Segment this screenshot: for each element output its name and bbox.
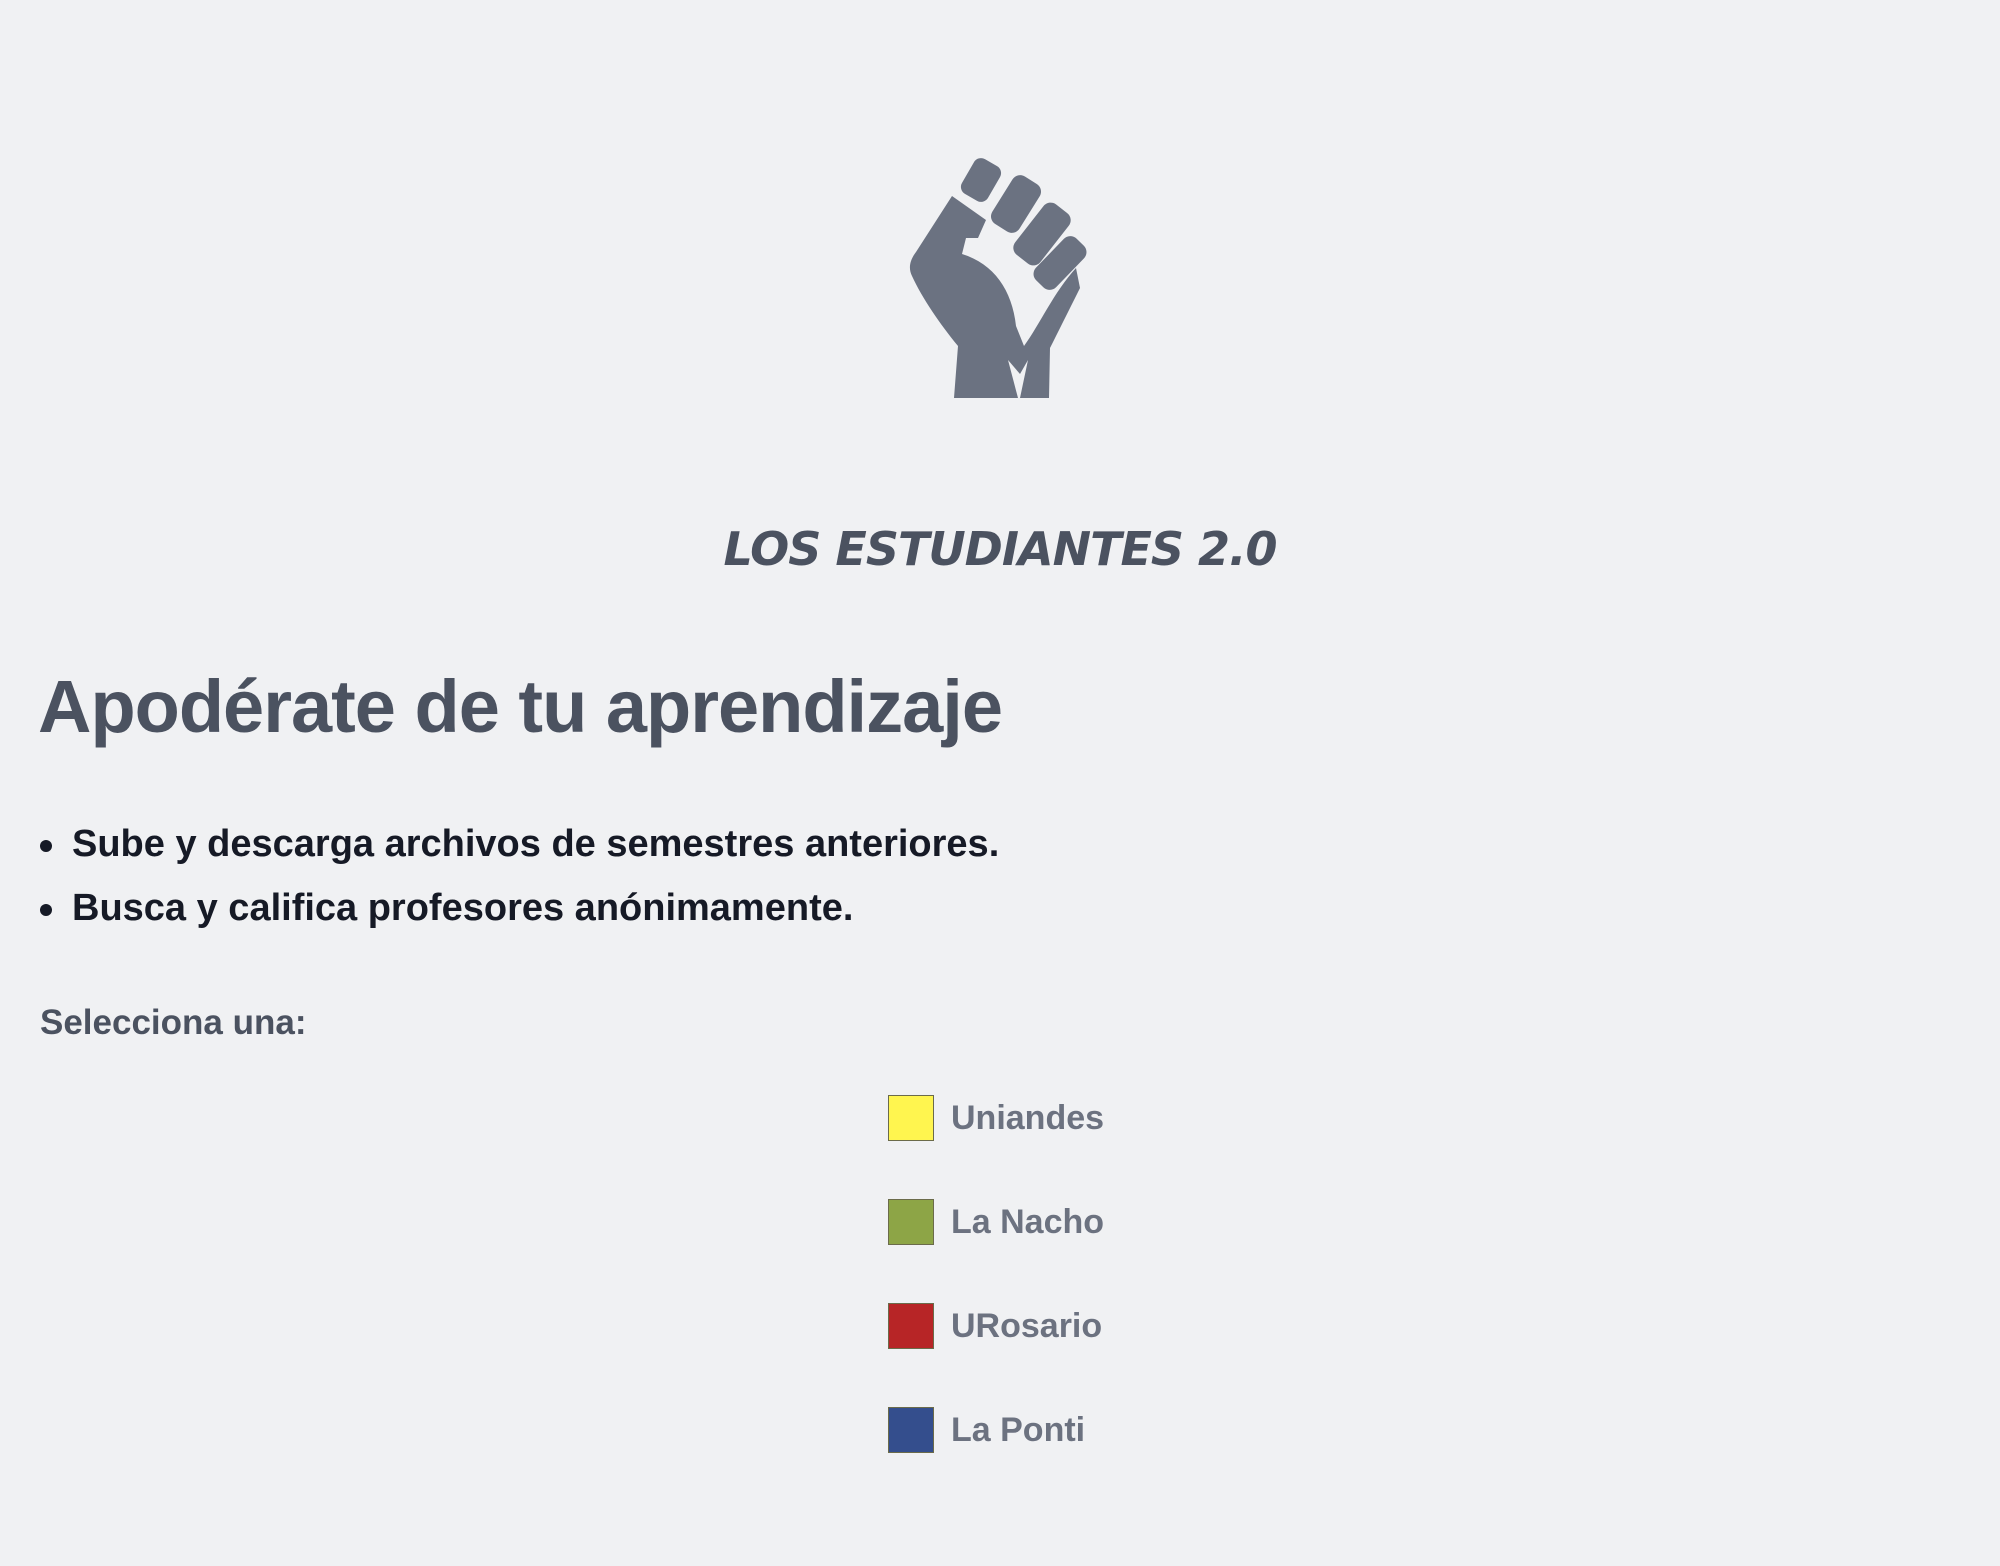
raised-fist-icon [908, 154, 1088, 398]
brand-title: LOS ESTUDIANTES 2.0 [723, 522, 1277, 576]
feature-text: Sube y descarga archivos de semestres an… [72, 823, 1000, 865]
feature-text: Busca y califica profesores anónimamente… [72, 887, 854, 929]
option-urosario[interactable]: URosario [888, 1302, 1104, 1350]
fist-shape [909, 158, 1087, 398]
option-la-ponti[interactable]: La Ponti [888, 1406, 1104, 1454]
option-label[interactable]: La Nacho [951, 1203, 1104, 1242]
option-la-nacho[interactable]: La Nacho [888, 1198, 1104, 1246]
option-uniandes[interactable]: Uniandes [888, 1094, 1104, 1142]
color-swatch [888, 1407, 934, 1453]
option-label[interactable]: Uniandes [951, 1099, 1104, 1138]
feature-list: Sube y descarga archivos de semestres an… [38, 812, 999, 940]
feature-item: Sube y descarga archivos de semestres an… [38, 812, 999, 876]
color-swatch [888, 1095, 934, 1141]
bullet-icon [40, 904, 52, 916]
page-headline: Apodérate de tu aprendizaje [38, 665, 1003, 748]
selection-prompt: Selecciona una: [40, 1003, 307, 1042]
bullet-icon [40, 840, 52, 852]
color-swatch [888, 1199, 934, 1245]
color-swatch [888, 1303, 934, 1349]
university-options: Uniandes La Nacho URosario La Ponti [888, 1094, 1104, 1510]
feature-item: Busca y califica profesores anónimamente… [38, 876, 999, 940]
option-label[interactable]: La Ponti [951, 1411, 1085, 1450]
option-label[interactable]: URosario [951, 1307, 1102, 1346]
